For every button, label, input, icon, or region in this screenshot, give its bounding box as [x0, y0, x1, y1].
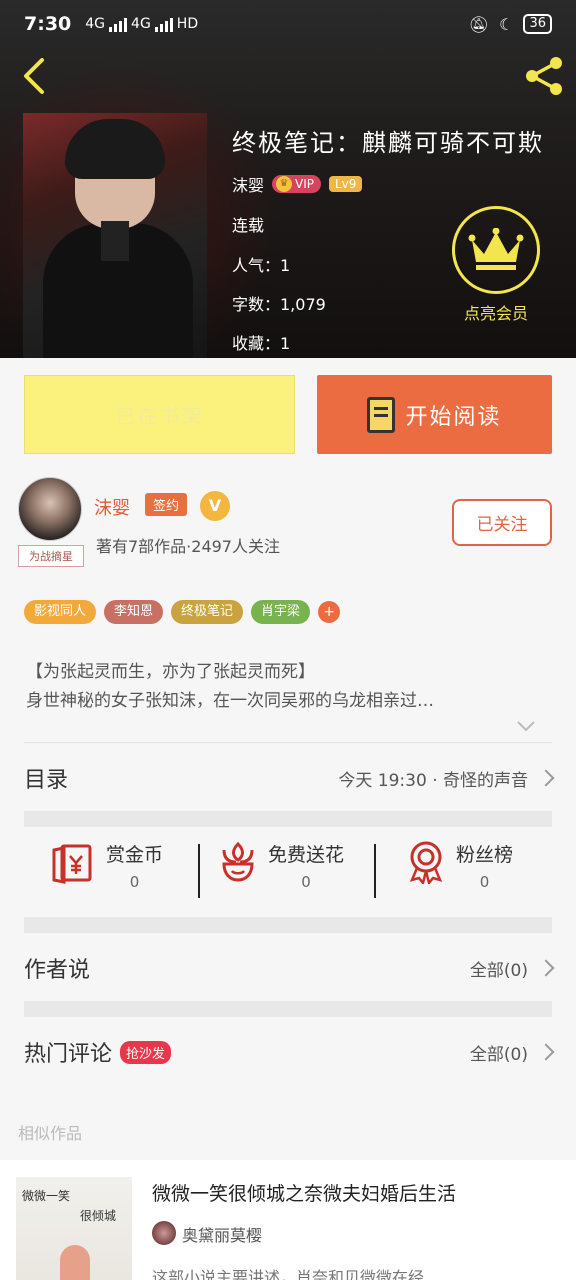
chevron-left-icon — [24, 58, 44, 94]
medal-icon — [409, 841, 443, 884]
author-says-all: 全部(0) — [469, 960, 528, 981]
crown-icon: ♛ — [276, 176, 293, 192]
battery-icon: 36 — [523, 14, 552, 34]
divider — [24, 742, 552, 743]
book-word-count: 字数：1,079 — [232, 295, 326, 314]
status-bar: 7:30 4G 4G HD 🔕︎ ☾ 36 — [0, 0, 576, 48]
network-indicator: 4G 4G HD — [85, 16, 199, 32]
free-flower-button[interactable]: 免费送花 0 — [218, 840, 344, 891]
hot-comments-row[interactable]: 热门评论 抢沙发 全部(0) — [24, 1032, 555, 1072]
moon-icon: ☾ — [499, 14, 514, 34]
member-button[interactable]: 点亮会员 — [452, 206, 540, 324]
hot-comments-all: 全部(0) — [469, 1044, 528, 1065]
section-gap — [24, 1001, 552, 1017]
chevron-right-icon — [537, 959, 555, 977]
similar-book-card[interactable]: 微微一笑 很倾城 — [0, 1160, 576, 1280]
similar-book-description: 这部小说主要讲述，肖奈和贝微微在经… — [152, 1268, 441, 1280]
start-reading-button[interactable]: 开始阅读 — [317, 375, 552, 454]
crown-icon — [468, 228, 524, 270]
avatar — [152, 1221, 176, 1245]
catalog-label: 目录 — [24, 768, 69, 793]
section-gap — [24, 917, 552, 933]
tag-item[interactable]: 李知恩 — [104, 600, 164, 624]
similar-book-title[interactable]: 微微一笑很倾城之奈微夫妇婚后生活 — [152, 1179, 456, 1206]
latest-chapter: 今天 19:30 · 奇怪的声音 — [338, 770, 528, 791]
tag-item[interactable]: 影视同人 — [24, 600, 97, 624]
book-icon — [367, 396, 396, 433]
similar-book-author: 奥黛丽莫樱 — [182, 1226, 263, 1245]
signal-icon — [154, 16, 173, 32]
book-header: 7:30 4G 4G HD 🔕︎ ☾ 36 终极笔记：麒麟可骑不可欺 沫婴 ♛ … — [0, 0, 576, 358]
flower-icon — [222, 841, 254, 882]
tag-list: 影视同人 李知恩 终极笔记 肖宇梁 + — [24, 600, 341, 624]
follow-button[interactable]: 已关注 — [452, 499, 552, 546]
expand-button[interactable] — [516, 716, 536, 736]
similar-works-label: 相似作品 — [18, 1124, 83, 1143]
divider — [198, 844, 200, 898]
status-time: 7:30 — [24, 13, 72, 35]
red-envelope-icon — [52, 844, 92, 884]
author-name[interactable]: 沫婴 — [94, 494, 130, 520]
share-icon — [526, 57, 562, 95]
chevron-right-icon — [537, 1043, 555, 1061]
share-button[interactable] — [522, 54, 566, 98]
book-description[interactable]: 【为张起灵而生，亦为了张起灵而死】 身世神秘的女子张知沫，在一次同吴邪的乌龙相亲… — [26, 658, 546, 716]
reward-coins-button[interactable]: 赏金币 0 — [52, 840, 163, 891]
verified-badge: V — [200, 491, 230, 521]
author-stats: 著有7部作品·2497人关注 — [96, 537, 280, 556]
tag-item[interactable]: 肖宇梁 — [251, 600, 311, 624]
book-status: 连载 — [232, 216, 265, 235]
signal-icon — [109, 16, 128, 32]
add-tag-button[interactable]: + — [318, 601, 341, 623]
book-favorites: 收藏：1 — [232, 334, 291, 353]
author-says-label: 作者说 — [24, 958, 91, 983]
similar-book-cover: 微微一笑 很倾城 — [16, 1177, 132, 1280]
catalog-row[interactable]: 目录 今天 19:30 · 奇怪的声音 — [24, 758, 555, 798]
section-gap — [24, 811, 552, 827]
tag-item[interactable]: 终极笔记 — [171, 600, 244, 624]
avatar-tag: 为战摘星 — [18, 545, 84, 567]
author-avatar[interactable] — [18, 477, 82, 541]
chevron-down-icon — [517, 721, 535, 732]
in-shelf-button[interactable]: 已在书架 — [24, 375, 295, 454]
book-detail-page: 7:30 4G 4G HD 🔕︎ ☾ 36 终极笔记：麒麟可骑不可欺 沫婴 ♛ … — [0, 0, 576, 1280]
description-line: 【为张起灵而生，亦为了张起灵而死】 — [26, 662, 315, 682]
vip-badge: ♛ VIP — [272, 175, 321, 193]
book-author: 沫婴 — [232, 176, 265, 195]
back-button[interactable] — [16, 56, 56, 96]
member-label: 点亮会员 — [463, 304, 528, 323]
signed-badge: 签约 — [145, 493, 188, 516]
book-author-row: 沫婴 ♛ VIP Lv9 — [232, 172, 363, 196]
divider — [374, 844, 376, 898]
grab-sofa-badge: 抢沙发 — [120, 1040, 172, 1064]
fans-rank-button[interactable]: 粉丝榜 0 — [406, 840, 513, 891]
chevron-right-icon — [537, 769, 555, 787]
description-line: 身世神秘的女子张知沫，在一次同吴邪的乌龙相亲过… — [26, 691, 434, 711]
hot-comments-label: 热门评论 — [24, 1042, 113, 1067]
mute-icon: 🔕︎ — [468, 14, 490, 34]
book-title: 终极笔记：麒麟可骑不可欺 — [232, 129, 544, 157]
author-says-row[interactable]: 作者说 全部(0) — [24, 948, 555, 988]
level-badge: Lv9 — [329, 176, 363, 192]
book-popularity: 人气：1 — [232, 256, 291, 275]
book-cover[interactable] — [23, 113, 207, 358]
